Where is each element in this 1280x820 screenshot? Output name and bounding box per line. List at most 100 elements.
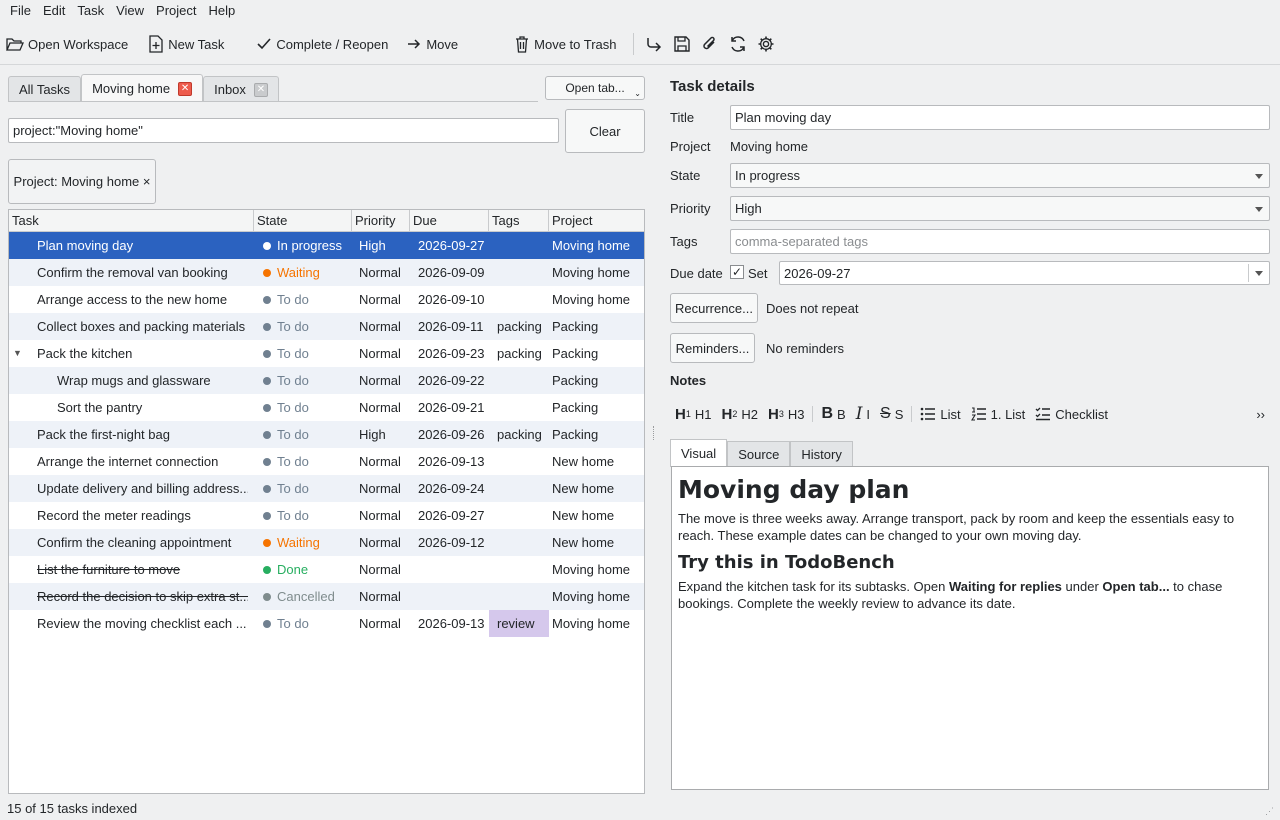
state-label: To do xyxy=(277,292,309,307)
due-cell: 2026-09-27 xyxy=(418,508,485,523)
project-cell: Moving home xyxy=(552,616,631,631)
open-tab-button[interactable]: Open tab... ⌄ xyxy=(545,76,645,100)
status-bar: 15 of 15 tasks indexed xyxy=(7,801,138,816)
table-row[interactable]: Collect boxes and packing materials To do… xyxy=(9,313,644,340)
splitter-handle[interactable] xyxy=(653,426,655,440)
menu-task[interactable]: Task xyxy=(71,1,110,21)
project-filter-chip[interactable]: Project: Moving home × xyxy=(8,159,156,204)
column-header-priority[interactable]: Priority xyxy=(352,210,410,232)
title-input[interactable]: Plan moving day xyxy=(730,105,1270,130)
italic-button[interactable]: II xyxy=(851,401,875,427)
open-workspace-button[interactable]: Open Workspace xyxy=(0,30,134,58)
strikethrough-button[interactable]: SS xyxy=(875,401,908,427)
priority-cell: Normal xyxy=(359,508,401,523)
close-tab-icon[interactable]: ✕ xyxy=(178,81,193,96)
due-date-checkbox[interactable]: ✓ xyxy=(730,265,744,279)
state-label: To do xyxy=(277,319,309,334)
bold-icon: B xyxy=(821,405,834,422)
state-cell: Waiting xyxy=(263,529,359,556)
state-dot-icon xyxy=(263,566,271,574)
state-cell: To do xyxy=(263,340,359,367)
project-cell: Moving home xyxy=(552,562,631,577)
due-cell: 2026-09-26 xyxy=(418,427,485,442)
numbered-list-button[interactable]: 1. List xyxy=(966,401,1031,427)
table-row[interactable]: Arrange the internet connection To do Norm… xyxy=(9,448,644,475)
table-row[interactable]: Arrange access to the new home To do Norma… xyxy=(9,286,644,313)
state-dot-icon xyxy=(263,404,271,412)
task-title-cell: Confirm the cleaning appointment xyxy=(37,535,232,550)
table-row[interactable]: ▼ Pack the kitchen To do Normal 2026-09-23 pa… xyxy=(9,340,644,367)
clear-button[interactable]: Clear xyxy=(565,109,645,153)
table-row[interactable]: Sort the pantry To do Normal 2026-09-21 Pack… xyxy=(9,394,644,421)
due-cell xyxy=(418,583,494,610)
chevron-down-icon[interactable] xyxy=(1255,271,1263,276)
state-select[interactable]: In progress xyxy=(730,163,1270,188)
attach-button[interactable] xyxy=(696,30,724,58)
filter-input[interactable]: project:"Moving home" xyxy=(8,118,559,143)
resize-grip-icon[interactable]: ⋰ xyxy=(1265,806,1275,816)
redo-button[interactable] xyxy=(640,30,668,58)
tab-visual[interactable]: Visual xyxy=(670,439,728,467)
reminders-button[interactable]: Reminders... xyxy=(670,333,755,363)
heading3-button[interactable]: H 3 H3 xyxy=(763,401,809,427)
table-row[interactable]: Review the moving checklist each ... To d… xyxy=(9,610,644,637)
checklist-button[interactable]: Checklist xyxy=(1030,401,1113,427)
recurrence-button[interactable]: Recurrence... xyxy=(670,293,758,323)
move-button[interactable]: Move xyxy=(400,30,464,58)
tab-all-tasks[interactable]: All Tasks xyxy=(8,76,82,102)
table-row[interactable]: Plan moving day In progress High 2026-09-27… xyxy=(9,232,644,259)
table-row[interactable]: List the furniture to move Done Normal Movi… xyxy=(9,556,644,583)
chip-label: Project: Moving home × xyxy=(13,174,151,189)
heading2-button[interactable]: H 2 H2 xyxy=(716,401,762,427)
menu-help[interactable]: Help xyxy=(203,1,242,21)
table-row[interactable]: Update delivery and billing address... To… xyxy=(9,475,644,502)
tab-history[interactable]: History xyxy=(790,441,853,467)
bullet-list-button[interactable]: List xyxy=(915,401,965,427)
heading1-button[interactable]: H 1 H1 xyxy=(670,401,716,427)
table-row[interactable]: Confirm the cleaning appointment Waiting N… xyxy=(9,529,644,556)
due-date-input[interactable]: 2026-09-27 xyxy=(779,261,1270,285)
table-row[interactable]: Confirm the removal van booking Waiting No… xyxy=(9,259,644,286)
redo-icon xyxy=(646,38,661,52)
more-tools-button[interactable]: ›› xyxy=(1251,401,1270,427)
table-row[interactable]: Wrap mugs and glassware To do Normal 2026-0… xyxy=(9,367,644,394)
menu-edit[interactable]: Edit xyxy=(37,1,71,21)
column-header-task[interactable]: Task xyxy=(9,210,254,232)
column-header-tags[interactable]: Tags xyxy=(489,210,549,232)
state-label: Done xyxy=(277,562,309,577)
tags-placeholder: comma-separated tags xyxy=(735,234,868,249)
complete-reopen-button[interactable]: Complete / Reopen xyxy=(250,30,394,58)
close-tab-icon[interactable]: ✕ xyxy=(253,82,268,97)
table-row[interactable]: Pack the first-night bag To do High 2026-09… xyxy=(9,421,644,448)
sync-button[interactable] xyxy=(724,30,752,58)
tab-inbox[interactable]: Inbox ✕ xyxy=(203,76,279,102)
notes-editor[interactable]: Moving day plan The move is three weeks … xyxy=(671,466,1269,790)
tab-bar: All Tasks Moving home ✕ Inbox ✕ xyxy=(8,74,279,102)
task-title-cell: List the furniture to move xyxy=(37,562,181,577)
priority-select[interactable]: High xyxy=(730,196,1270,221)
priority-cell: Normal xyxy=(359,589,401,604)
column-header-project[interactable]: Project xyxy=(549,210,644,232)
tags-input[interactable]: comma-separated tags xyxy=(730,229,1270,254)
column-header-state[interactable]: State xyxy=(254,210,352,232)
table-row[interactable]: Record the decision to skip extra st... C… xyxy=(9,583,644,610)
tags-cell xyxy=(489,502,549,529)
menu-file[interactable]: File xyxy=(4,1,37,21)
menu-view[interactable]: View xyxy=(110,1,150,21)
tab-moving-home[interactable]: Moving home ✕ xyxy=(81,74,204,102)
save-button[interactable] xyxy=(668,30,696,58)
move-to-trash-button[interactable]: Move to Trash xyxy=(508,30,622,58)
expand-arrow-icon[interactable]: ▼ xyxy=(13,340,27,367)
new-task-button[interactable]: New Task xyxy=(142,30,230,58)
tab-source[interactable]: Source xyxy=(727,441,791,467)
heading3-icon: H xyxy=(767,405,779,423)
due-date-value: 2026-09-27 xyxy=(784,265,851,281)
new-document-icon xyxy=(149,35,163,53)
column-header-due[interactable]: Due xyxy=(410,210,489,232)
state-label: To do xyxy=(277,616,309,631)
table-row[interactable]: Record the meter readings To do Normal 2026… xyxy=(9,502,644,529)
heading2-icon: H xyxy=(721,405,733,423)
menu-project[interactable]: Project xyxy=(150,1,202,21)
bold-button[interactable]: BB xyxy=(816,401,850,427)
settings-button[interactable] xyxy=(752,30,780,58)
